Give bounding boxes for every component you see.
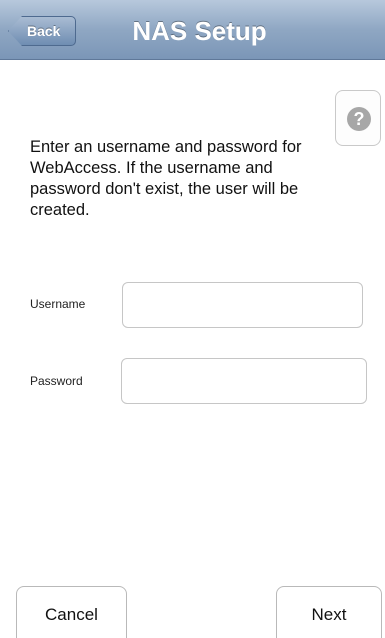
password-label: Password <box>30 374 83 388</box>
page-title: NAS Setup <box>132 16 267 46</box>
question-mark-icon: ? <box>347 107 371 131</box>
navigation-bar: Back NAS Setup <box>0 0 385 60</box>
username-field[interactable] <box>122 282 363 328</box>
instructions-text: Enter an username and password for WebAc… <box>30 138 302 219</box>
password-field[interactable] <box>121 358 367 404</box>
nas-setup-screen: Back NAS Setup ? Enter an username and p… <box>0 0 385 638</box>
help-button[interactable]: ? <box>335 90 381 146</box>
cancel-button[interactable]: Cancel <box>16 586 127 638</box>
username-label: Username <box>30 297 86 311</box>
next-button[interactable]: Next <box>276 586 382 638</box>
